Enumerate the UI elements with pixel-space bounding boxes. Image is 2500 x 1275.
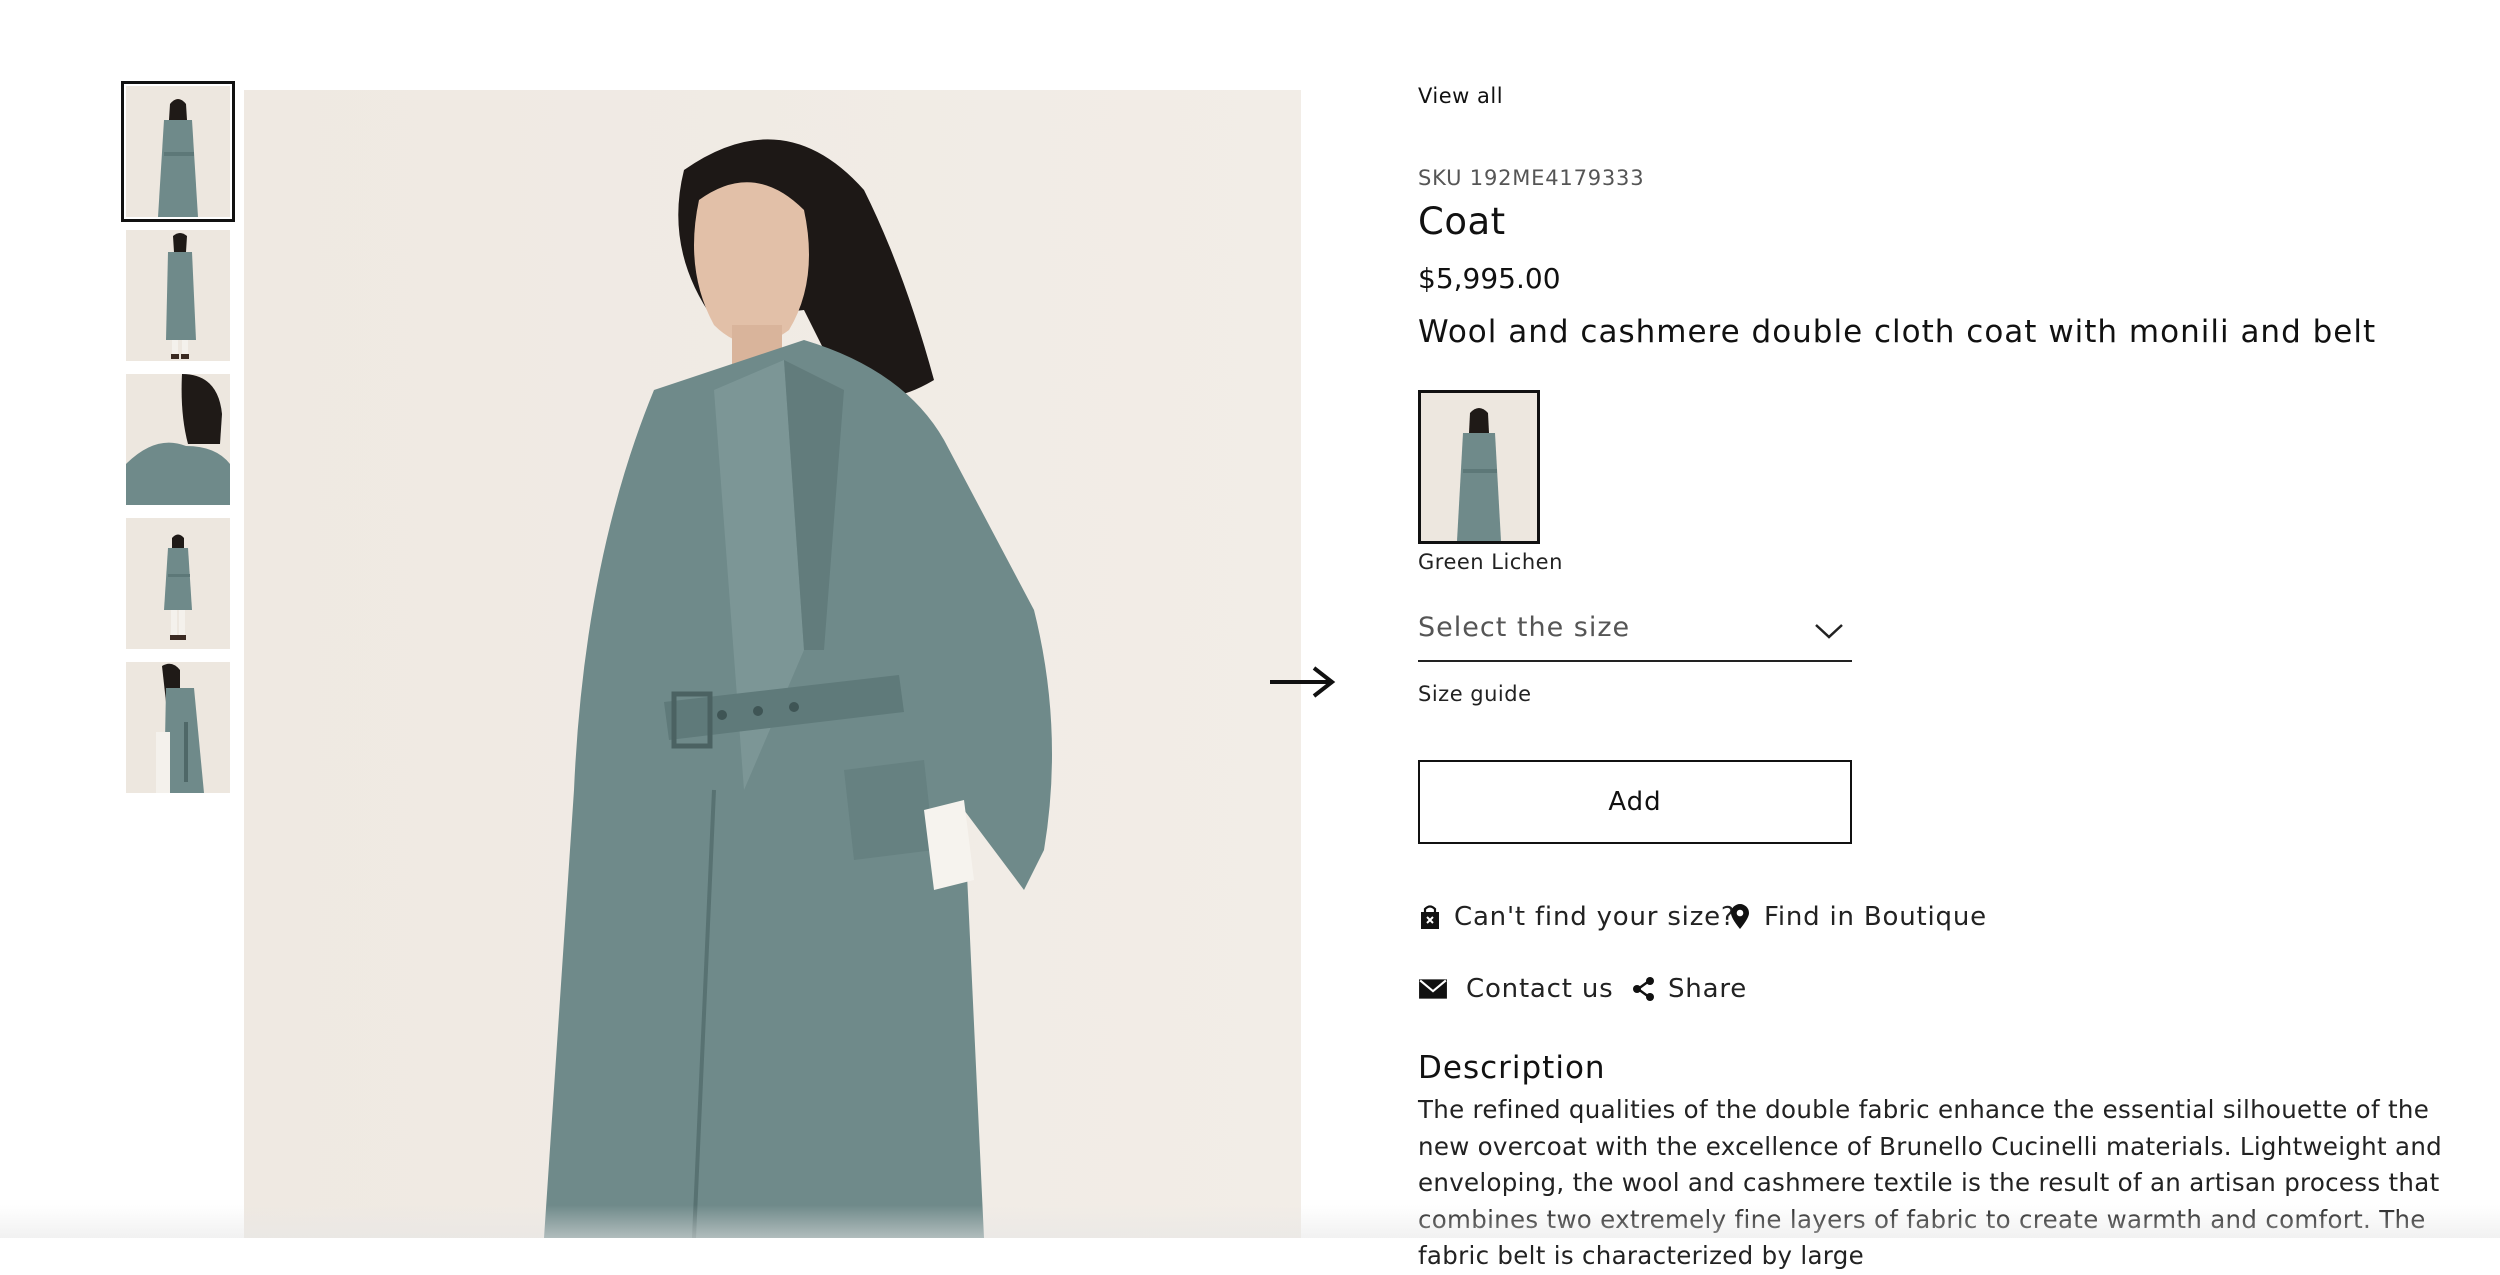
contact-us-label: Contact us bbox=[1466, 974, 1614, 1004]
main-product-image bbox=[244, 90, 1301, 1238]
share-link[interactable]: Share bbox=[1632, 974, 1747, 1004]
thumb-full-length[interactable] bbox=[126, 518, 230, 649]
swatch-image bbox=[1421, 393, 1537, 541]
product-title: Coat bbox=[1418, 200, 1506, 243]
arrow-right-icon[interactable] bbox=[1268, 662, 1338, 702]
contact-us-link[interactable]: Contact us bbox=[1418, 974, 1613, 1004]
cant-find-size-label: Can't find your size? bbox=[1454, 902, 1736, 932]
thumb-side-image bbox=[126, 230, 230, 361]
thumb-profile-view[interactable] bbox=[126, 662, 230, 793]
find-in-boutique-link[interactable]: Find in Boutique bbox=[1728, 902, 1987, 932]
product-sku: SKU 192ME4179333 bbox=[1418, 166, 1645, 190]
shopping-bag-icon bbox=[1421, 905, 1439, 929]
thumb-front-image bbox=[126, 86, 230, 217]
location-pin-icon bbox=[1731, 904, 1749, 929]
thumb-back-detail[interactable] bbox=[126, 374, 230, 505]
model-wearing-coat-image bbox=[244, 90, 1301, 1238]
thumb-side-view[interactable] bbox=[126, 230, 230, 361]
product-subtitle: Wool and cashmere double cloth coat with… bbox=[1418, 314, 2377, 350]
thumb-back-image bbox=[126, 374, 230, 505]
product-price: $5,995.00 bbox=[1418, 262, 1561, 295]
size-guide-link[interactable]: Size guide bbox=[1418, 682, 1532, 706]
cant-find-size-link[interactable]: Can't find your size? bbox=[1418, 902, 1736, 932]
envelope-icon bbox=[1419, 979, 1447, 999]
size-select-label: Select the size bbox=[1418, 612, 1631, 643]
thumb-front-view[interactable] bbox=[121, 81, 235, 222]
color-swatch-green-lichen[interactable] bbox=[1418, 390, 1540, 544]
thumb-full-image bbox=[126, 518, 230, 649]
share-icon bbox=[1633, 977, 1654, 1001]
find-in-boutique-label: Find in Boutique bbox=[1764, 902, 1987, 932]
size-select-dropdown[interactable]: Select the size bbox=[1418, 608, 1852, 662]
description-heading: Description bbox=[1418, 1050, 1606, 1086]
description-text: The refined qualities of the double fabr… bbox=[1418, 1095, 2443, 1270]
thumb-profile-image bbox=[126, 662, 230, 793]
chevron-down-icon bbox=[1815, 624, 1843, 639]
selected-color-name: Green Lichen bbox=[1418, 550, 1563, 574]
share-label: Share bbox=[1668, 974, 1748, 1004]
view-all-link[interactable]: View all bbox=[1418, 84, 1503, 108]
add-to-cart-button[interactable]: Add bbox=[1418, 760, 1852, 844]
